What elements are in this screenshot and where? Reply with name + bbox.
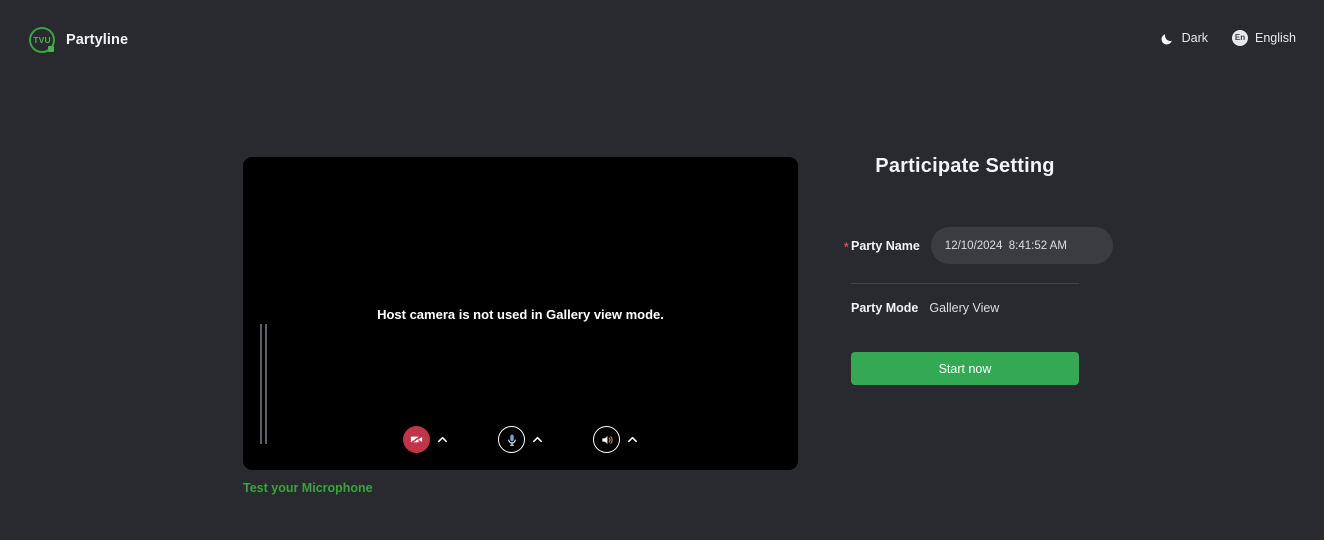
party-mode-row: Party Mode Gallery View	[851, 301, 1079, 315]
speaker-toggle[interactable]	[593, 426, 620, 453]
speaker-control-group	[593, 426, 638, 453]
logo-text: TVU	[33, 34, 51, 45]
video-preview-message: Host camera is not used in Gallery view …	[377, 307, 664, 322]
party-mode-value: Gallery View	[929, 301, 1000, 315]
microphone-toggle[interactable]	[498, 426, 525, 453]
theme-toggle[interactable]: Dark	[1160, 31, 1208, 46]
party-name-label-text: Party Name	[851, 238, 920, 253]
brand-logo[interactable]: TVU Partyline	[29, 27, 128, 53]
theme-toggle-label: Dark	[1181, 31, 1208, 45]
moon-icon	[1161, 33, 1172, 44]
header-controls: Dark En English	[1160, 30, 1296, 46]
page-title: Participate Setting	[875, 155, 1055, 177]
settings-divider	[851, 283, 1079, 284]
video-preview-panel: Host camera is not used in Gallery view …	[243, 157, 798, 470]
microphone-icon	[507, 434, 516, 446]
language-icon: En	[1232, 30, 1248, 46]
video-control-bar	[243, 426, 798, 453]
brand-name: Partyline	[66, 32, 129, 48]
microphone-control-group	[498, 426, 543, 453]
tvu-logo-icon: TVU	[29, 27, 55, 53]
party-mode-label: Party Mode	[851, 301, 919, 315]
required-marker: *	[844, 239, 849, 254]
participate-setting-panel: Participate Setting * Party Name Party M…	[844, 155, 1113, 385]
party-name-label: * Party Name	[844, 238, 920, 254]
microphone-options-chevron-up-icon[interactable]	[532, 434, 543, 445]
speaker-icon	[601, 435, 613, 444]
camera-toggle[interactable]	[403, 426, 430, 453]
language-selector[interactable]: En English	[1232, 30, 1296, 46]
camera-options-chevron-up-icon[interactable]	[437, 434, 448, 445]
speaker-options-chevron-up-icon[interactable]	[627, 434, 638, 445]
party-name-input[interactable]	[930, 227, 1113, 264]
language-selector-label: English	[1255, 31, 1296, 45]
app-header: TVU Partyline Dark En English	[0, 0, 1324, 80]
test-microphone-link[interactable]: Test your Microphone	[243, 481, 373, 495]
camera-off-icon	[410, 434, 423, 445]
camera-control-group	[403, 426, 448, 453]
party-name-row: * Party Name	[844, 227, 1113, 264]
start-now-button[interactable]: Start now	[851, 352, 1079, 385]
